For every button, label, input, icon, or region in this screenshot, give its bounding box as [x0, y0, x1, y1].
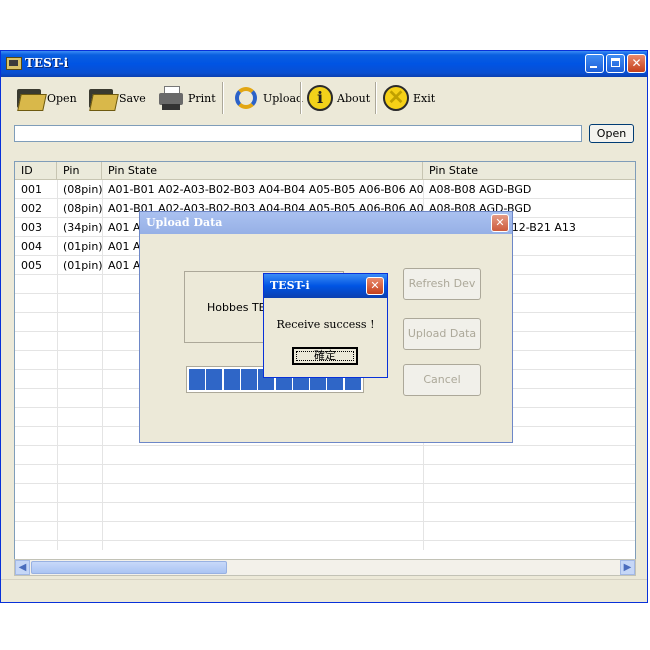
table-cell-id: 003: [21, 221, 42, 234]
save-folder-icon: [87, 83, 119, 113]
table-cell-id: 004: [21, 240, 42, 253]
progress-segment: [223, 369, 240, 390]
title-bar[interactable]: TEST-i ✕: [1, 51, 647, 77]
horizontal-scrollbar[interactable]: ◀ ▶: [14, 559, 636, 576]
table-row[interactable]: 001 (08pin) A01-B01 A02-A03-B02-B03 A04-B0…: [15, 180, 635, 199]
toolbar-separator: [222, 82, 224, 114]
toolbar-separator: [300, 82, 302, 114]
column-header-pin[interactable]: Pin: [57, 162, 102, 179]
upload-data-button[interactable]: Upload Data: [403, 318, 481, 350]
maximize-button[interactable]: [606, 54, 625, 73]
message-box: TEST-i ✕ Receive success ! 確定: [263, 273, 388, 378]
table-header: ID Pin Pin State Pin State: [15, 162, 635, 180]
toolbar-open-button[interactable]: Open: [15, 79, 77, 117]
path-input[interactable]: [14, 125, 582, 142]
toolbar-print-button[interactable]: Print: [156, 79, 216, 117]
close-button[interactable]: ✕: [627, 54, 646, 73]
info-icon: i: [305, 83, 335, 113]
progress-segment: [240, 369, 257, 390]
toolbar-save-label: Save: [119, 91, 146, 105]
toolbar-exit-label: Exit: [413, 91, 436, 105]
table-row[interactable]: [15, 522, 635, 541]
column-header-id[interactable]: ID: [15, 162, 57, 179]
app-icon: [6, 57, 22, 70]
table-row[interactable]: [15, 446, 635, 465]
table-cell-pin: (01pin): [63, 259, 102, 272]
upload-dialog-close-button[interactable]: ✕: [491, 214, 509, 232]
status-bar: [1, 579, 647, 602]
message-text: Receive success !: [276, 318, 375, 331]
table-row[interactable]: [15, 484, 635, 503]
toolbar-about-button[interactable]: i About: [305, 79, 370, 117]
progress-segment: [206, 369, 223, 390]
toolbar-open-label: Open: [47, 91, 77, 105]
ok-button[interactable]: 確定: [292, 347, 358, 365]
toolbar: Open Save Print Upload i About ✕ Exit: [5, 79, 645, 117]
toolbar-save-button[interactable]: Save: [87, 79, 146, 117]
scroll-left-icon[interactable]: ◀: [15, 560, 30, 575]
toolbar-exit-button[interactable]: ✕ Exit: [381, 79, 435, 117]
toolbar-about-label: About: [337, 91, 371, 105]
upload-dialog-title[interactable]: Upload Data: [140, 212, 512, 234]
table-cell-pin: (34pin): [63, 221, 102, 234]
refresh-dev-button[interactable]: Refresh Dev: [403, 268, 481, 300]
toolbar-separator: [375, 82, 377, 114]
minimize-button[interactable]: [585, 54, 604, 73]
table-cell-id: 002: [21, 202, 42, 215]
toolbar-print-label: Print: [188, 91, 216, 105]
scroll-right-icon[interactable]: ▶: [620, 560, 635, 575]
table-cell-id: 005: [21, 259, 42, 272]
table-cell-pin: (08pin): [63, 202, 102, 215]
table-cell-id: 001: [21, 183, 42, 196]
table-cell-pin: (01pin): [63, 240, 102, 253]
table-cell-state1: A01-B01 A02-A03-B02-B03 A04-B04 A05-B05 …: [108, 183, 423, 196]
toolbar-upload-button[interactable]: Upload: [231, 79, 303, 117]
table-cell-pin: (08pin): [63, 183, 102, 196]
toolbar-upload-label: Upload: [263, 91, 304, 105]
column-header-pin-state-2[interactable]: Pin State: [423, 162, 635, 179]
path-open-button[interactable]: Open: [589, 124, 634, 143]
refresh-icon: [231, 83, 261, 113]
printer-icon: [156, 83, 186, 113]
table-row[interactable]: [15, 541, 635, 560]
column-header-pin-state[interactable]: Pin State: [102, 162, 423, 179]
window-title: TEST-i: [25, 56, 69, 70]
message-box-close-button[interactable]: ✕: [366, 277, 384, 295]
progress-segment: [189, 369, 205, 390]
scroll-thumb[interactable]: [31, 561, 227, 574]
table-row[interactable]: [15, 503, 635, 522]
table-cell-state2: A08-B08 AGD-BGD: [429, 183, 532, 196]
cancel-button[interactable]: Cancel: [403, 364, 481, 396]
exit-icon: ✕: [381, 83, 411, 113]
open-folder-icon: [15, 83, 47, 113]
table-row[interactable]: [15, 465, 635, 484]
